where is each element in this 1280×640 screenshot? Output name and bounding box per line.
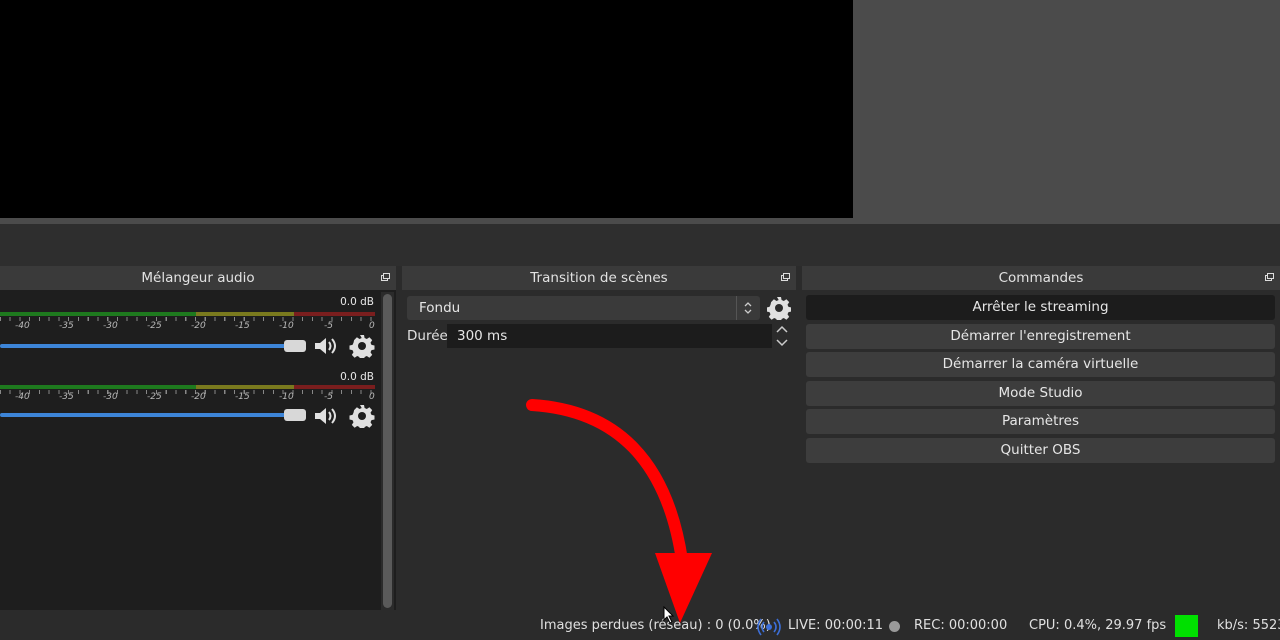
tick-label: -5 — [324, 392, 333, 402]
broadcast-icon — [757, 618, 781, 636]
mouse-cursor-icon — [663, 606, 675, 624]
volume-slider-handle[interactable] — [284, 340, 306, 352]
transition-select-value: Fondu — [419, 300, 461, 316]
tick-label: -20 — [191, 321, 206, 331]
tick-label: -30 — [103, 321, 118, 331]
record-indicator-icon — [889, 621, 900, 632]
studio-mode-button[interactable]: Mode Studio — [806, 381, 1275, 406]
tick-label: -10 — [279, 321, 294, 331]
preview-canvas[interactable] — [0, 0, 853, 218]
audio-mixer-title: Mélangeur audio — [0, 266, 396, 290]
transitions-title: Transition de scènes — [402, 266, 796, 290]
connection-health-indicator — [1175, 615, 1198, 637]
controls-title-text: Commandes — [998, 270, 1084, 286]
transition-select[interactable]: Fondu — [407, 296, 760, 320]
tick-label: -25 — [147, 392, 162, 402]
cpu-fps-status: CPU: 0.4%, 29.97 fps — [1029, 618, 1167, 633]
tick-label: 0 — [369, 321, 375, 331]
volume-meter — [0, 385, 375, 394]
volume-meter — [0, 312, 375, 321]
duration-value: 300 ms — [457, 328, 508, 344]
tick-label: -20 — [191, 392, 206, 402]
volume-slider[interactable] — [0, 344, 290, 348]
tick-label: -15 — [235, 392, 250, 402]
volume-db-label: 0.0 dB — [340, 296, 374, 308]
dock-separator — [0, 224, 1280, 266]
tick-label: -25 — [147, 321, 162, 331]
start-recording-button[interactable]: Démarrer l'enregistrement — [806, 324, 1275, 349]
tick-label: -35 — [59, 321, 74, 331]
tick-label: -30 — [103, 392, 118, 402]
transitions-title-text: Transition de scènes — [530, 270, 668, 286]
duration-label: Durée — [407, 328, 448, 344]
settings-button[interactable]: Paramètres — [806, 409, 1275, 434]
speaker-icon[interactable] — [313, 334, 339, 358]
preview-background — [853, 0, 1280, 224]
undock-icon[interactable] — [781, 273, 790, 281]
gear-icon[interactable] — [349, 404, 375, 428]
start-virtual-camera-button[interactable]: Démarrer la caméra virtuelle — [806, 352, 1275, 377]
exit-button[interactable]: Quitter OBS — [806, 438, 1275, 463]
speaker-icon[interactable] — [313, 404, 339, 428]
spin-arrows-icon[interactable] — [774, 324, 790, 348]
tick-label: -10 — [279, 392, 294, 402]
volume-db-label: 0.0 dB — [340, 371, 374, 383]
live-timer: LIVE: 00:00:11 — [788, 618, 884, 633]
undock-icon[interactable] — [1265, 273, 1274, 281]
tick-label: -35 — [59, 392, 74, 402]
mixer-scrollbar[interactable] — [381, 292, 394, 610]
annotation-arrow-icon — [526, 399, 712, 623]
tick-label: -40 — [15, 392, 30, 402]
gear-icon[interactable] — [767, 296, 791, 320]
combo-divider — [736, 296, 737, 320]
audio-mixer-title-text: Mélangeur audio — [141, 270, 255, 286]
volume-slider[interactable] — [0, 413, 290, 417]
stop-streaming-button[interactable]: Arrêter le streaming — [806, 295, 1275, 320]
gear-icon[interactable] — [349, 334, 375, 358]
audio-mixer-body: 0.0 dB -40 -35 -30 -25 -20 -15 -10 -5 0 — [0, 290, 396, 610]
tick-label: -40 — [15, 321, 30, 331]
bitrate-status: kb/s: 5523 — [1217, 618, 1280, 633]
tick-label: -5 — [324, 321, 333, 331]
volume-slider-handle[interactable] — [284, 409, 306, 421]
tick-label: -15 — [235, 321, 250, 331]
updown-chevron-icon — [744, 302, 752, 314]
undock-icon[interactable] — [381, 273, 390, 281]
tick-label: 0 — [369, 392, 375, 402]
controls-title: Commandes — [802, 266, 1280, 290]
mixer-scrollbar-thumb[interactable] — [383, 294, 392, 608]
duration-input[interactable]: 300 ms — [447, 324, 772, 348]
rec-timer: REC: 00:00:00 — [914, 618, 1008, 633]
